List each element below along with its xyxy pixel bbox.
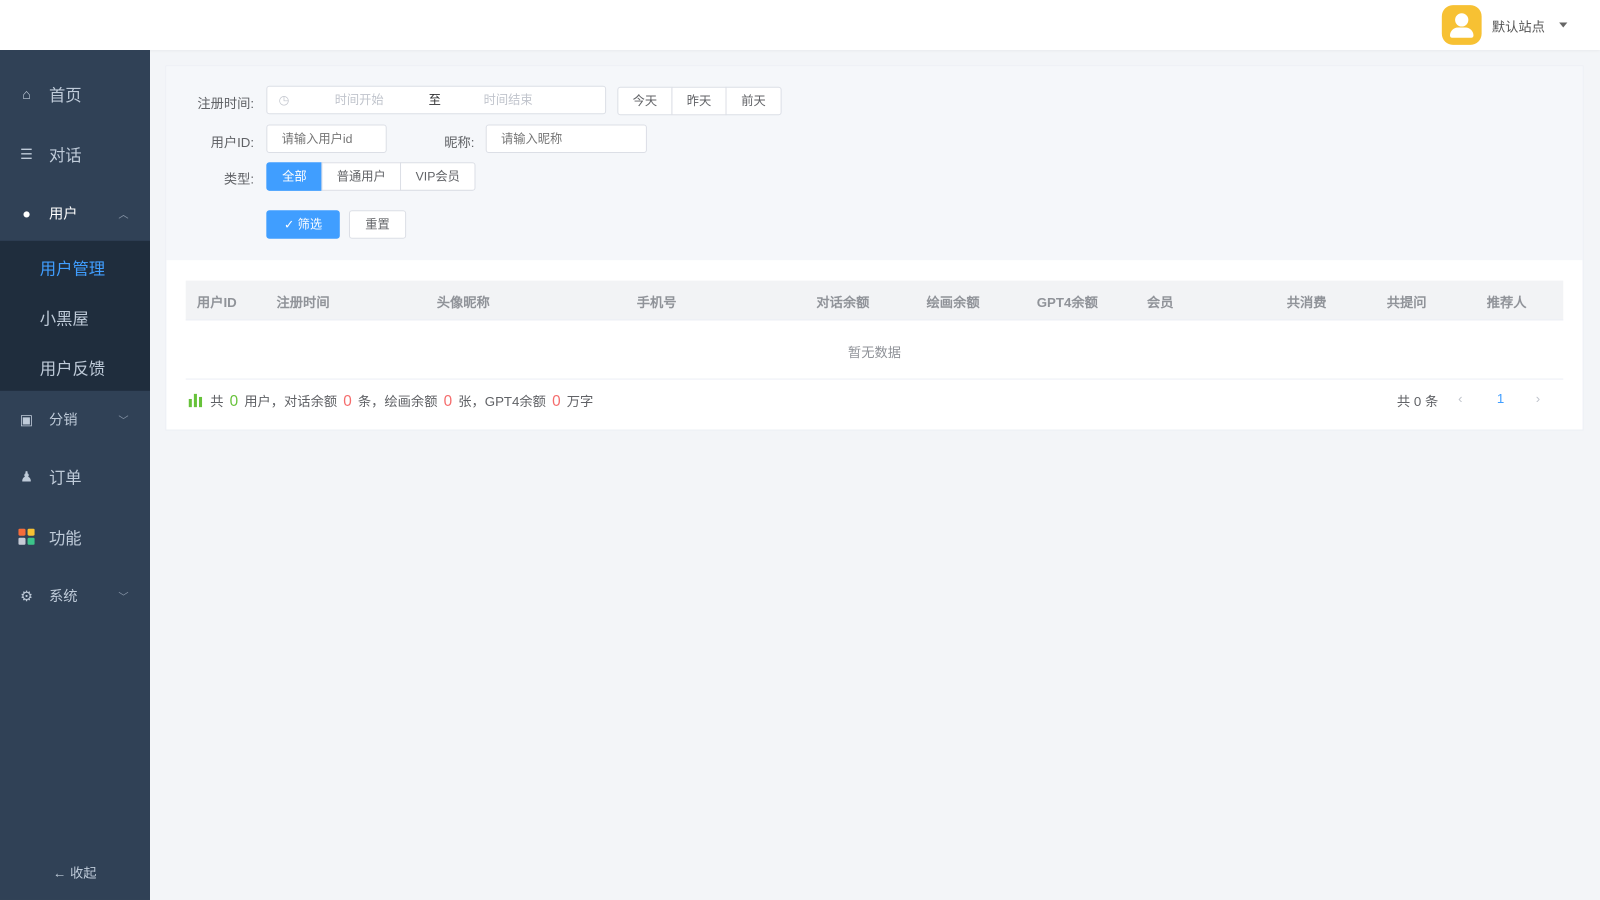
filter-submit-button[interactable]: ✓ 筛选 <box>266 210 340 239</box>
chat-balance-total: 0 <box>343 392 352 411</box>
type-vip-button[interactable]: VIP会员 <box>399 162 476 191</box>
submenu-user: 用户管理 小黑屋 用户反馈 <box>0 240 150 391</box>
table-header: 用户ID 注册时间 头像昵称 手机号 对话余额 绘画余额 GPT4余额 会员 共… <box>185 280 1564 321</box>
prev-page-icon[interactable]: ‹ <box>1458 391 1462 406</box>
col-phone[interactable]: 手机号 <box>637 292 677 311</box>
sidebar-item-blacklist[interactable]: 小黑屋 <box>40 305 89 329</box>
arrow-left-icon: ← <box>53 865 71 881</box>
bar-chart-icon <box>188 393 204 408</box>
reset-button[interactable]: 重置 <box>348 210 407 239</box>
summary-bar: 共 0 用户，对话余额 0 条，绘画余额 0 张，GPT4余额 0 万字 <box>188 391 594 411</box>
chevron-up-icon: ︿ <box>118 209 129 221</box>
user-icon: ● <box>22 205 31 222</box>
col-gpt4-balance[interactable]: GPT4余额 <box>1037 292 1098 311</box>
yesterday-button[interactable]: 昨天 <box>671 86 727 116</box>
sidebar-item-label: 订单 <box>48 470 82 488</box>
type-all-button[interactable]: 全部 <box>266 162 323 191</box>
sidebar-item-user[interactable]: ● 用户 ︿ <box>0 185 150 242</box>
sidebar-item-label: 功能 <box>48 530 82 548</box>
col-member[interactable]: 会员 <box>1147 292 1174 311</box>
check-icon: ✓ <box>283 217 298 232</box>
summary-text: 张，GPT4余额 <box>458 393 546 410</box>
chevron-down-icon: ﹀ <box>118 592 129 604</box>
gear-icon: ⚙ <box>20 587 33 605</box>
nickname-label: 昵称: <box>444 134 475 150</box>
end-date-input[interactable]: 时间结束 <box>484 87 533 114</box>
submit-label: 筛选 <box>297 217 323 232</box>
sidebar-item-user-management[interactable]: 用户管理 <box>40 255 105 279</box>
money-icon: ▣ <box>19 411 34 428</box>
user-management-card: 注册时间: ◷ 时间开始 至 时间结束 今天 昨天 前天 用户ID: 昵称: 类… <box>165 65 1584 431</box>
caret-down-icon[interactable] <box>1559 22 1568 31</box>
nickname-input[interactable] <box>485 124 647 154</box>
col-total-questions[interactable]: 共提问 <box>1387 292 1427 311</box>
sidebar-item-feedback[interactable]: 用户反馈 <box>40 355 105 379</box>
col-referrer[interactable]: 推荐人 <box>1487 292 1527 311</box>
site-selector[interactable]: 默认站点 <box>1492 16 1545 35</box>
empty-text: 暂无数据 <box>847 344 902 361</box>
sidebar: ⌂ 首页 ☰ 对话 ● 用户 ︿ 用户管理 小黑屋 用户反馈 ▣ 分销 ﹀ ♟ … <box>0 49 150 900</box>
range-separator: 至 <box>428 92 441 108</box>
sidebar-item-label: 分销 <box>48 411 78 428</box>
clock-icon: ◷ <box>278 92 290 108</box>
grid-icon <box>18 528 35 545</box>
divider <box>185 378 1564 380</box>
col-user-id[interactable]: 用户ID <box>197 292 237 311</box>
today-button[interactable]: 今天 <box>617 86 673 116</box>
avatar[interactable] <box>1441 5 1482 45</box>
collapse-label: 收起 <box>70 865 97 881</box>
date-range-picker[interactable]: ◷ 时间开始 至 时间结束 <box>266 85 607 115</box>
sidebar-item-distribution[interactable]: ▣ 分销 ﹀ <box>0 391 150 448</box>
day-before-button[interactable]: 前天 <box>725 86 782 116</box>
draw-balance-total: 0 <box>443 392 453 411</box>
sidebar-item-home[interactable]: ⌂ 首页 <box>0 65 150 122</box>
page-1[interactable]: 1 <box>1497 391 1504 406</box>
list-icon: ☰ <box>20 145 33 163</box>
gpt4-balance-total: 0 <box>552 392 561 411</box>
start-date-input[interactable]: 时间开始 <box>335 87 384 114</box>
sidebar-item-orders[interactable]: ♟ 订单 <box>0 448 150 505</box>
sidebar-item-label: 首页 <box>48 87 82 106</box>
sidebar-item-chat[interactable]: ☰ 对话 <box>0 126 150 183</box>
money-bag-icon: ♟ <box>20 468 33 485</box>
col-avatar-nickname[interactable]: 头像昵称 <box>437 292 490 311</box>
sidebar-item-system[interactable]: ⚙ 系统 ﹀ <box>0 567 150 624</box>
user-count: 0 <box>229 392 239 411</box>
col-reg-time[interactable]: 注册时间 <box>277 292 330 311</box>
sidebar-item-label: 对话 <box>48 147 82 166</box>
summary-text: 共 <box>210 393 224 410</box>
summary-text: 条，绘画余额 <box>357 393 438 410</box>
col-draw-balance[interactable]: 绘画余额 <box>927 292 980 311</box>
type-normal-button[interactable]: 普通用户 <box>321 162 402 191</box>
filter-form: 注册时间: ◷ 时间开始 至 时间结束 今天 昨天 前天 用户ID: 昵称: 类… <box>166 66 1583 261</box>
summary-text: 万字 <box>566 393 594 410</box>
reg-time-label: 注册时间: <box>197 95 255 112</box>
collapse-button[interactable]: ← 收起 <box>53 862 97 881</box>
col-total-spend[interactable]: 共消费 <box>1287 292 1327 311</box>
col-chat-balance[interactable]: 对话余额 <box>816 292 869 311</box>
chevron-down-icon: ﹀ <box>118 415 129 428</box>
uid-label: 用户ID: <box>210 134 255 150</box>
summary-text: 用户，对话余额 <box>244 393 338 410</box>
pagination-total: 共 0 条 <box>1396 393 1439 410</box>
uid-input[interactable] <box>266 124 387 154</box>
next-page-icon[interactable]: › <box>1536 391 1540 406</box>
home-icon: ⌂ <box>22 85 31 103</box>
type-label: 类型: <box>223 171 255 187</box>
top-header: 默认站点 <box>0 0 1600 50</box>
sidebar-item-label: 系统 <box>48 587 78 605</box>
sidebar-item-features[interactable]: 功能 <box>0 508 150 565</box>
sidebar-item-label: 用户 <box>48 205 78 222</box>
